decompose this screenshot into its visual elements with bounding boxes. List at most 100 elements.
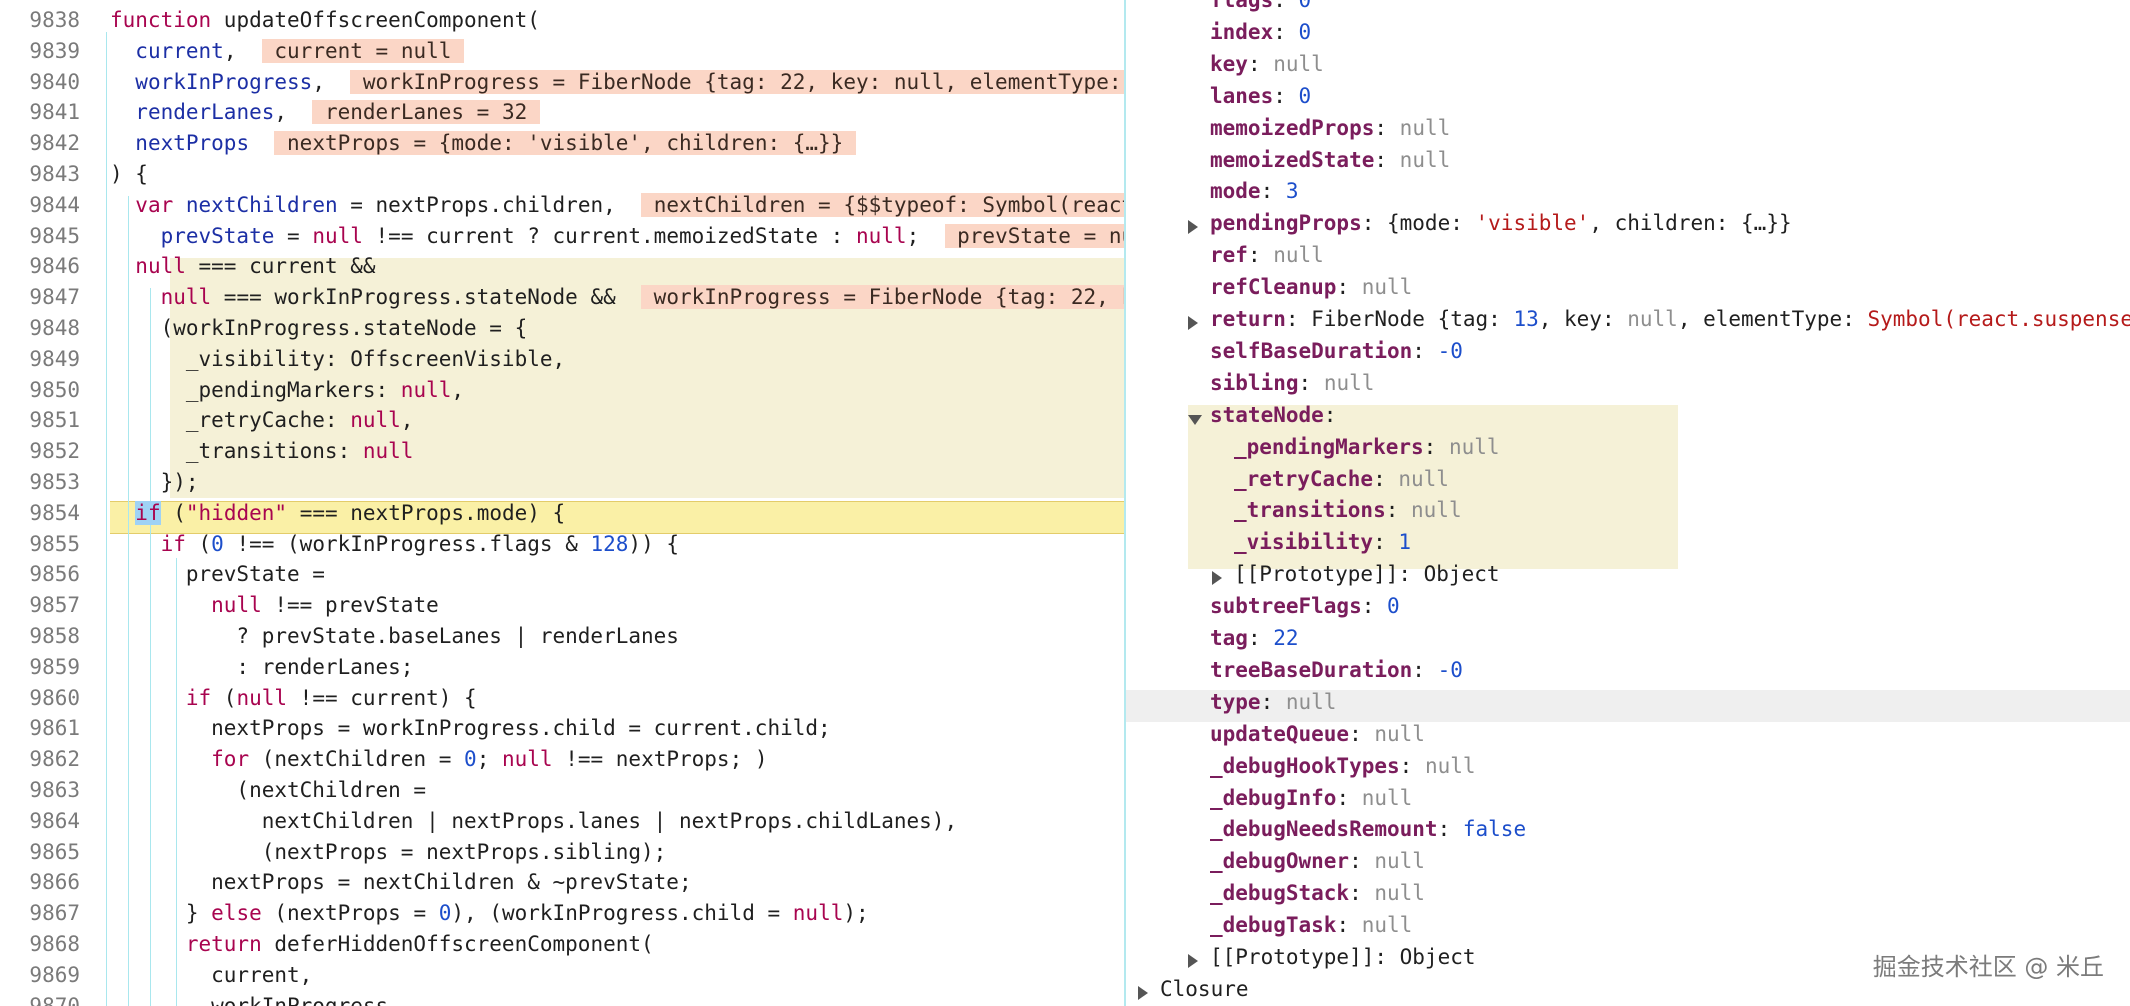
scope-panel[interactable]: flags: 0 index: 0 key: null lanes: 0 memoize… bbox=[1126, 0, 2130, 1006]
code-editor[interactable]: 9838 function updateOffscreenComponent( 98… bbox=[0, 0, 1124, 1006]
scope-property-row: updateQueue: null bbox=[1210, 721, 1425, 746]
line-number[interactable]: 9859 bbox=[0, 655, 80, 679]
code-line: _retryCache: null, bbox=[110, 408, 414, 433]
scope-property-row: selfBaseDuration: -0 bbox=[1210, 338, 1463, 363]
scope-property-row: _debugStack: null bbox=[1210, 881, 1425, 906]
line-number[interactable]: 9841 bbox=[0, 100, 80, 124]
line-number[interactable]: 9844 bbox=[0, 193, 80, 217]
line-number[interactable]: 9856 bbox=[0, 562, 80, 586]
line-number[interactable]: 9849 bbox=[0, 347, 80, 371]
code-line: _transitions: null bbox=[110, 439, 414, 464]
scope-property-row: _debugInfo: null bbox=[1210, 785, 1413, 810]
line-number[interactable]: 9863 bbox=[0, 778, 80, 802]
scope-property-row[interactable]: Closure bbox=[1160, 977, 1249, 1001]
scope-property-row: _debugNeedsRemount: false bbox=[1210, 817, 1527, 842]
line-number[interactable]: 9848 bbox=[0, 316, 80, 340]
line-number[interactable]: 9862 bbox=[0, 747, 80, 771]
scope-property-row: _debugHookTypes: null bbox=[1210, 753, 1476, 778]
watermark: 掘金技术社区 @ 米丘 bbox=[1872, 953, 2104, 981]
code-line: _visibility: OffscreenVisible, bbox=[110, 346, 566, 371]
code-line: null === workInProgress.stateNode && wor… bbox=[110, 285, 1124, 310]
scope-property-row: memoizedState: null bbox=[1210, 147, 1451, 172]
code-line: prevState = null !== current ? current.m… bbox=[110, 223, 1124, 248]
line-number[interactable]: 9860 bbox=[0, 686, 80, 710]
scope-property-row: tag: 22 bbox=[1210, 626, 1299, 650]
line-number[interactable]: 9864 bbox=[0, 809, 80, 833]
chevron-right-icon[interactable] bbox=[1212, 571, 1222, 586]
scope-property-row: _debugTask: null bbox=[1210, 913, 1413, 938]
scope-property-row: _visibility: 1 bbox=[1234, 530, 1412, 555]
line-number[interactable]: 9846 bbox=[0, 254, 80, 278]
scope-property-row: _retryCache: null bbox=[1234, 466, 1449, 491]
line-number[interactable]: 9842 bbox=[0, 131, 80, 155]
indent-guide bbox=[106, 32, 107, 1006]
chevron-right-icon[interactable] bbox=[1188, 316, 1198, 330]
code-line: nextChildren | nextProps.lanes | nextPro… bbox=[110, 808, 958, 833]
scope-property-row: refCleanup: null bbox=[1210, 275, 1413, 300]
line-number[interactable]: 9865 bbox=[0, 840, 80, 864]
chevron-right-icon[interactable] bbox=[1188, 954, 1198, 968]
line-number[interactable]: 9868 bbox=[0, 932, 80, 956]
line-number[interactable]: 9854 bbox=[0, 501, 80, 525]
line-number[interactable]: 9861 bbox=[0, 716, 80, 740]
code-line: }); bbox=[110, 470, 199, 494]
line-number[interactable]: 9869 bbox=[0, 963, 80, 987]
code-line: workInProgress, workInProgress = FiberNo… bbox=[110, 69, 1124, 94]
line-number[interactable]: 9843 bbox=[0, 162, 80, 186]
code-line: (nextProps = nextProps.sibling); bbox=[110, 839, 667, 864]
scope-property-row[interactable]: return: FiberNode {tag: 13, key: null, e… bbox=[1210, 307, 2130, 331]
line-number[interactable]: 9851 bbox=[0, 408, 80, 432]
code-line: workInProgress, bbox=[110, 993, 401, 1006]
scope-property-row: mode: 3 bbox=[1210, 179, 1299, 204]
scope-property-row[interactable]: [[Prototype]]: Object bbox=[1234, 562, 1500, 586]
line-number[interactable]: 9866 bbox=[0, 870, 80, 894]
scope-property-row: treeBaseDuration: -0 bbox=[1210, 657, 1463, 682]
code-line: if (0 !== (workInProgress.flags & 128)) … bbox=[160, 531, 679, 556]
chevron-down-icon[interactable] bbox=[1188, 414, 1202, 425]
code-line: nextProps = nextChildren & ~prevState; bbox=[110, 870, 692, 895]
code-line: var nextChildren = nextProps.children, n… bbox=[110, 192, 1124, 217]
code-line: (workInProgress.stateNode = { bbox=[110, 316, 528, 340]
code-line: if ("hidden" === nextProps.mode) { bbox=[135, 500, 566, 525]
line-number[interactable]: 9858 bbox=[0, 624, 80, 648]
scope-property-row: index: 0 bbox=[1210, 19, 1312, 44]
scope-property-row: _transitions: null bbox=[1234, 498, 1462, 523]
scope-property-row: type: null bbox=[1210, 689, 1337, 714]
line-number[interactable]: 9845 bbox=[0, 224, 80, 248]
code-line: for (nextChildren = 0; null !== nextProp… bbox=[211, 747, 768, 772]
code-line: ) { bbox=[110, 162, 148, 186]
scope-property-row[interactable]: stateNode: bbox=[1210, 403, 1336, 427]
code-line: nextProps = workInProgress.child = curre… bbox=[110, 716, 831, 741]
line-number[interactable]: 9857 bbox=[0, 593, 80, 617]
code-line: function updateOffscreenComponent( bbox=[110, 8, 540, 32]
code-line: null === current && bbox=[135, 254, 376, 279]
scope-property-row[interactable]: [[Prototype]]: Object bbox=[1210, 945, 1476, 969]
line-number[interactable]: 9850 bbox=[0, 378, 80, 402]
scope-property-row: _pendingMarkers: null bbox=[1234, 434, 1500, 459]
line-number[interactable]: 9839 bbox=[0, 39, 80, 63]
line-number[interactable]: 9838 bbox=[0, 8, 80, 32]
code-line: ? prevState.baseLanes | renderLanes bbox=[110, 624, 679, 648]
line-number[interactable]: 9840 bbox=[0, 70, 80, 94]
code-line: current, bbox=[110, 962, 313, 987]
code-line: null !== prevState bbox=[211, 593, 439, 618]
code-line: nextProps nextProps = {mode: 'visible', … bbox=[135, 131, 856, 156]
code-line: : renderLanes; bbox=[110, 654, 414, 679]
code-line: _pendingMarkers: null, bbox=[110, 377, 465, 402]
chevron-right-icon[interactable] bbox=[1138, 985, 1148, 1000]
line-number[interactable]: 9870 bbox=[0, 994, 80, 1006]
scope-property-row[interactable]: pendingProps: {mode: 'visible', children… bbox=[1210, 211, 1792, 235]
line-number[interactable]: 9855 bbox=[0, 532, 80, 556]
line-number[interactable]: 9867 bbox=[0, 901, 80, 925]
scope-property-row: subtreeFlags: 0 bbox=[1210, 594, 1400, 619]
line-number[interactable]: 9847 bbox=[0, 285, 80, 309]
line-number[interactable]: 9852 bbox=[0, 439, 80, 463]
line-number[interactable]: 9853 bbox=[0, 470, 80, 494]
code-line: } else (nextProps = 0), (workInProgress.… bbox=[110, 901, 869, 926]
code-line: (nextChildren = bbox=[110, 778, 427, 802]
scope-property-row: flags: 0 bbox=[1210, 0, 1312, 12]
chevron-right-icon[interactable] bbox=[1188, 220, 1198, 235]
scope-property-row: lanes: 0 bbox=[1210, 83, 1312, 108]
scope-property-row: ref: null bbox=[1210, 243, 1324, 268]
code-line: current, current = null bbox=[135, 38, 465, 63]
